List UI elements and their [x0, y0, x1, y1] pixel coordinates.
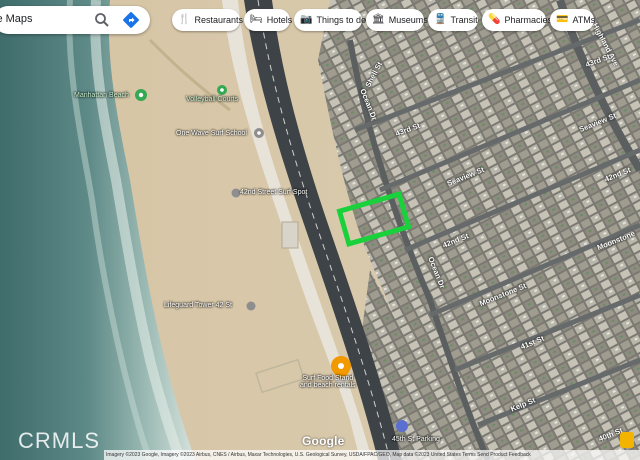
- hotel-icon: 🛏: [250, 14, 263, 25]
- chip-museums[interactable]: 🏛 Museums: [366, 9, 428, 31]
- surf-food-line1: Surf Food Stand: [302, 375, 354, 382]
- place-label-surf-food[interactable]: Surf Food Stand and beach rentals: [300, 375, 356, 389]
- camera-icon: 📷: [300, 14, 313, 25]
- place-label-lifeguard-tower[interactable]: Lifeguard Tower 42 St: [164, 302, 232, 309]
- chip-label-hotels: Hotels: [266, 15, 293, 25]
- volleyball-pin[interactable]: [217, 85, 227, 95]
- place-label-parking[interactable]: 45th St Parking: [392, 436, 440, 443]
- surf-school-pin[interactable]: [254, 128, 264, 138]
- chip-transit[interactable]: 🚆 Transit: [428, 9, 478, 31]
- search-icon[interactable]: [94, 12, 110, 28]
- atm-icon: 💳: [556, 14, 569, 25]
- transit-icon: 🚆: [434, 14, 447, 25]
- place-label-volleyball-courts[interactable]: Volleyball Courts: [186, 96, 238, 103]
- crmls-watermark: CRMLS: [18, 428, 101, 453]
- chip-label-transit: Transit: [450, 15, 478, 25]
- pegman-icon[interactable]: [620, 432, 634, 448]
- manhattan-beach-pin[interactable]: [135, 89, 147, 101]
- chip-label-atms: ATMs: [572, 15, 596, 25]
- search-box[interactable]: le Maps: [0, 6, 150, 34]
- place-label-surf-spot[interactable]: 42nd Street Surf Spot: [240, 189, 307, 196]
- chip-restaurants[interactable]: 🍴 Restaurants: [172, 9, 243, 31]
- surf-food-line2: and beach rentals: [300, 382, 356, 389]
- place-label-one-wave[interactable]: One Wave Surf School: [176, 130, 247, 137]
- place-label-manhattan-beach[interactable]: Manhattan Beach: [74, 92, 129, 99]
- search-text[interactable]: le Maps: [0, 13, 33, 25]
- restaurant-icon: 🍴: [178, 14, 191, 25]
- chip-label-things-to-do: Things to do: [316, 15, 366, 25]
- museum-icon: 🏛: [372, 14, 385, 25]
- parking-pin[interactable]: [396, 420, 408, 432]
- google-logo: Google: [302, 434, 345, 448]
- chip-pharmacies[interactable]: 💊 Pharmacies: [482, 9, 552, 31]
- chip-label-restaurants: Restaurants: [194, 15, 243, 25]
- beach-structure: [281, 221, 299, 249]
- chip-label-pharmacies: Pharmacies: [504, 15, 552, 25]
- pharmacy-icon: 💊: [488, 14, 501, 25]
- chip-atms[interactable]: 💳 ATMs: [550, 9, 596, 31]
- satellite-map[interactable]: [0, 0, 640, 460]
- chip-hotels[interactable]: 🛏 Hotels: [244, 9, 293, 31]
- chip-things-to-do[interactable]: 📷 Things to do: [294, 9, 366, 31]
- directions-icon[interactable]: [122, 11, 140, 29]
- map-attribution[interactable]: Imagery ©2023 Google, Imagery ©2023 Airb…: [104, 450, 640, 460]
- lifeguard-pin[interactable]: [246, 301, 256, 311]
- chip-label-museums: Museums: [388, 15, 428, 25]
